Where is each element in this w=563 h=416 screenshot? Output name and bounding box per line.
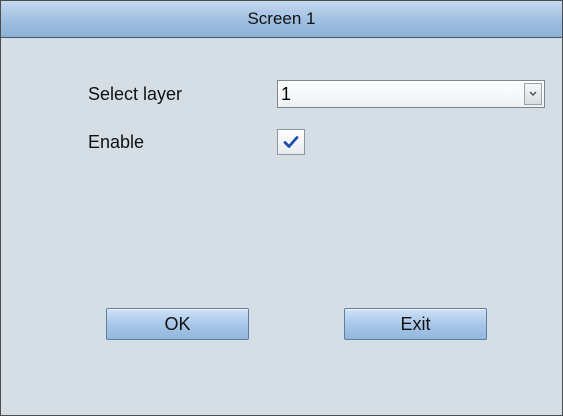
ok-button[interactable]: OK (106, 308, 249, 340)
checkmark-icon (283, 136, 299, 148)
layer-select[interactable]: 1 (277, 80, 545, 108)
chevron-down-icon (529, 91, 537, 96)
dialog-title: Screen 1 (247, 9, 316, 28)
select-layer-label: Select layer (88, 84, 183, 104)
enable-checkbox[interactable] (277, 129, 305, 155)
dropdown-button[interactable] (524, 83, 542, 105)
exit-button[interactable]: Exit (344, 308, 487, 340)
enable-label: Enable (88, 132, 145, 152)
layer-select-value: 1 (281, 84, 292, 104)
screen-settings-dialog: Screen 1 Select layer 1 Enable OK Exit (0, 0, 563, 416)
dialog-titlebar: Screen 1 (1, 1, 562, 38)
